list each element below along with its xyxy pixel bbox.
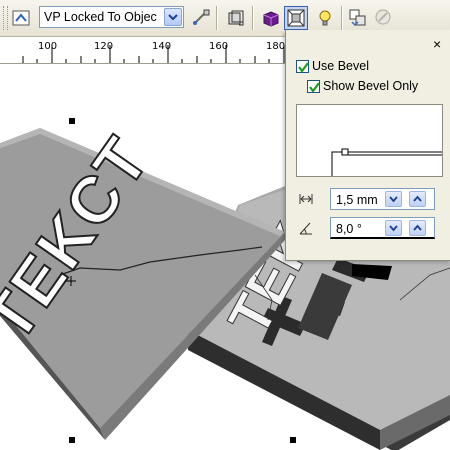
bevel-depth-value: 1,5 mm [336, 193, 378, 207]
front-plate[interactable]: TEKCT [0, 122, 285, 440]
copy-extrude-icon[interactable] [189, 6, 213, 30]
toolbar-grip[interactable] [3, 6, 8, 30]
ruler-label: 160 [209, 41, 229, 52]
use-bevel-checkbox[interactable] [296, 59, 309, 73]
use-bevel-row[interactable]: Use Bevel [296, 58, 369, 74]
bevel-icon[interactable] [284, 6, 308, 30]
show-bevel-only-checkbox[interactable] [307, 79, 320, 93]
bevel-depth-row: 1,5 mm [296, 188, 446, 210]
bevel-angle-row: 8,0 ° [296, 217, 446, 239]
bevel-angle-icon [298, 220, 314, 236]
bevel-depth-icon [298, 191, 314, 207]
checkmark-icon [309, 81, 320, 93]
bevel-profile [331, 148, 442, 176]
close-button[interactable]: × [433, 37, 441, 51]
bevel-panel: × Use Bevel Show Bevel Only 1,5 mm 8,0 ° [285, 30, 450, 261]
bevel-preview[interactable] [296, 104, 443, 177]
ruler-label: 180 [266, 41, 286, 52]
bevel-handle [341, 148, 349, 156]
show-bevel-only-row[interactable]: Show Bevel Only [307, 78, 418, 94]
chevron-down-icon[interactable] [385, 191, 402, 207]
show-bevel-only-label: Show Bevel Only [323, 79, 419, 93]
vanishing-point-icon[interactable] [224, 6, 248, 30]
lighting-icon[interactable] [314, 6, 338, 30]
bevel-angle-value: 8,0 ° [336, 222, 362, 236]
bevel-depth-field[interactable]: 1,5 mm [330, 188, 435, 210]
vanishing-point-lock-dropdown[interactable]: VP Locked To Objec [39, 6, 184, 28]
use-bevel-label: Use Bevel [312, 59, 369, 73]
ruler-label: 120 [94, 41, 114, 52]
copy-properties-icon[interactable] [346, 6, 370, 30]
chevron-down-icon[interactable] [164, 8, 182, 26]
chevron-up-icon[interactable] [409, 220, 426, 236]
viewport-lock-icon[interactable] [10, 6, 34, 30]
extrude-color-icon[interactable] [259, 6, 283, 30]
checkmark-icon [298, 61, 309, 73]
clear-extrude-icon [372, 6, 396, 30]
chevron-down-icon[interactable] [385, 220, 402, 236]
ruler-label: 140 [152, 41, 172, 52]
vanishing-point-lock-value: VP Locked To Objec [44, 10, 157, 24]
chevron-up-icon[interactable] [409, 191, 426, 207]
bevel-angle-field[interactable]: 8,0 ° [330, 217, 435, 239]
ruler-label: 100 [38, 41, 58, 52]
